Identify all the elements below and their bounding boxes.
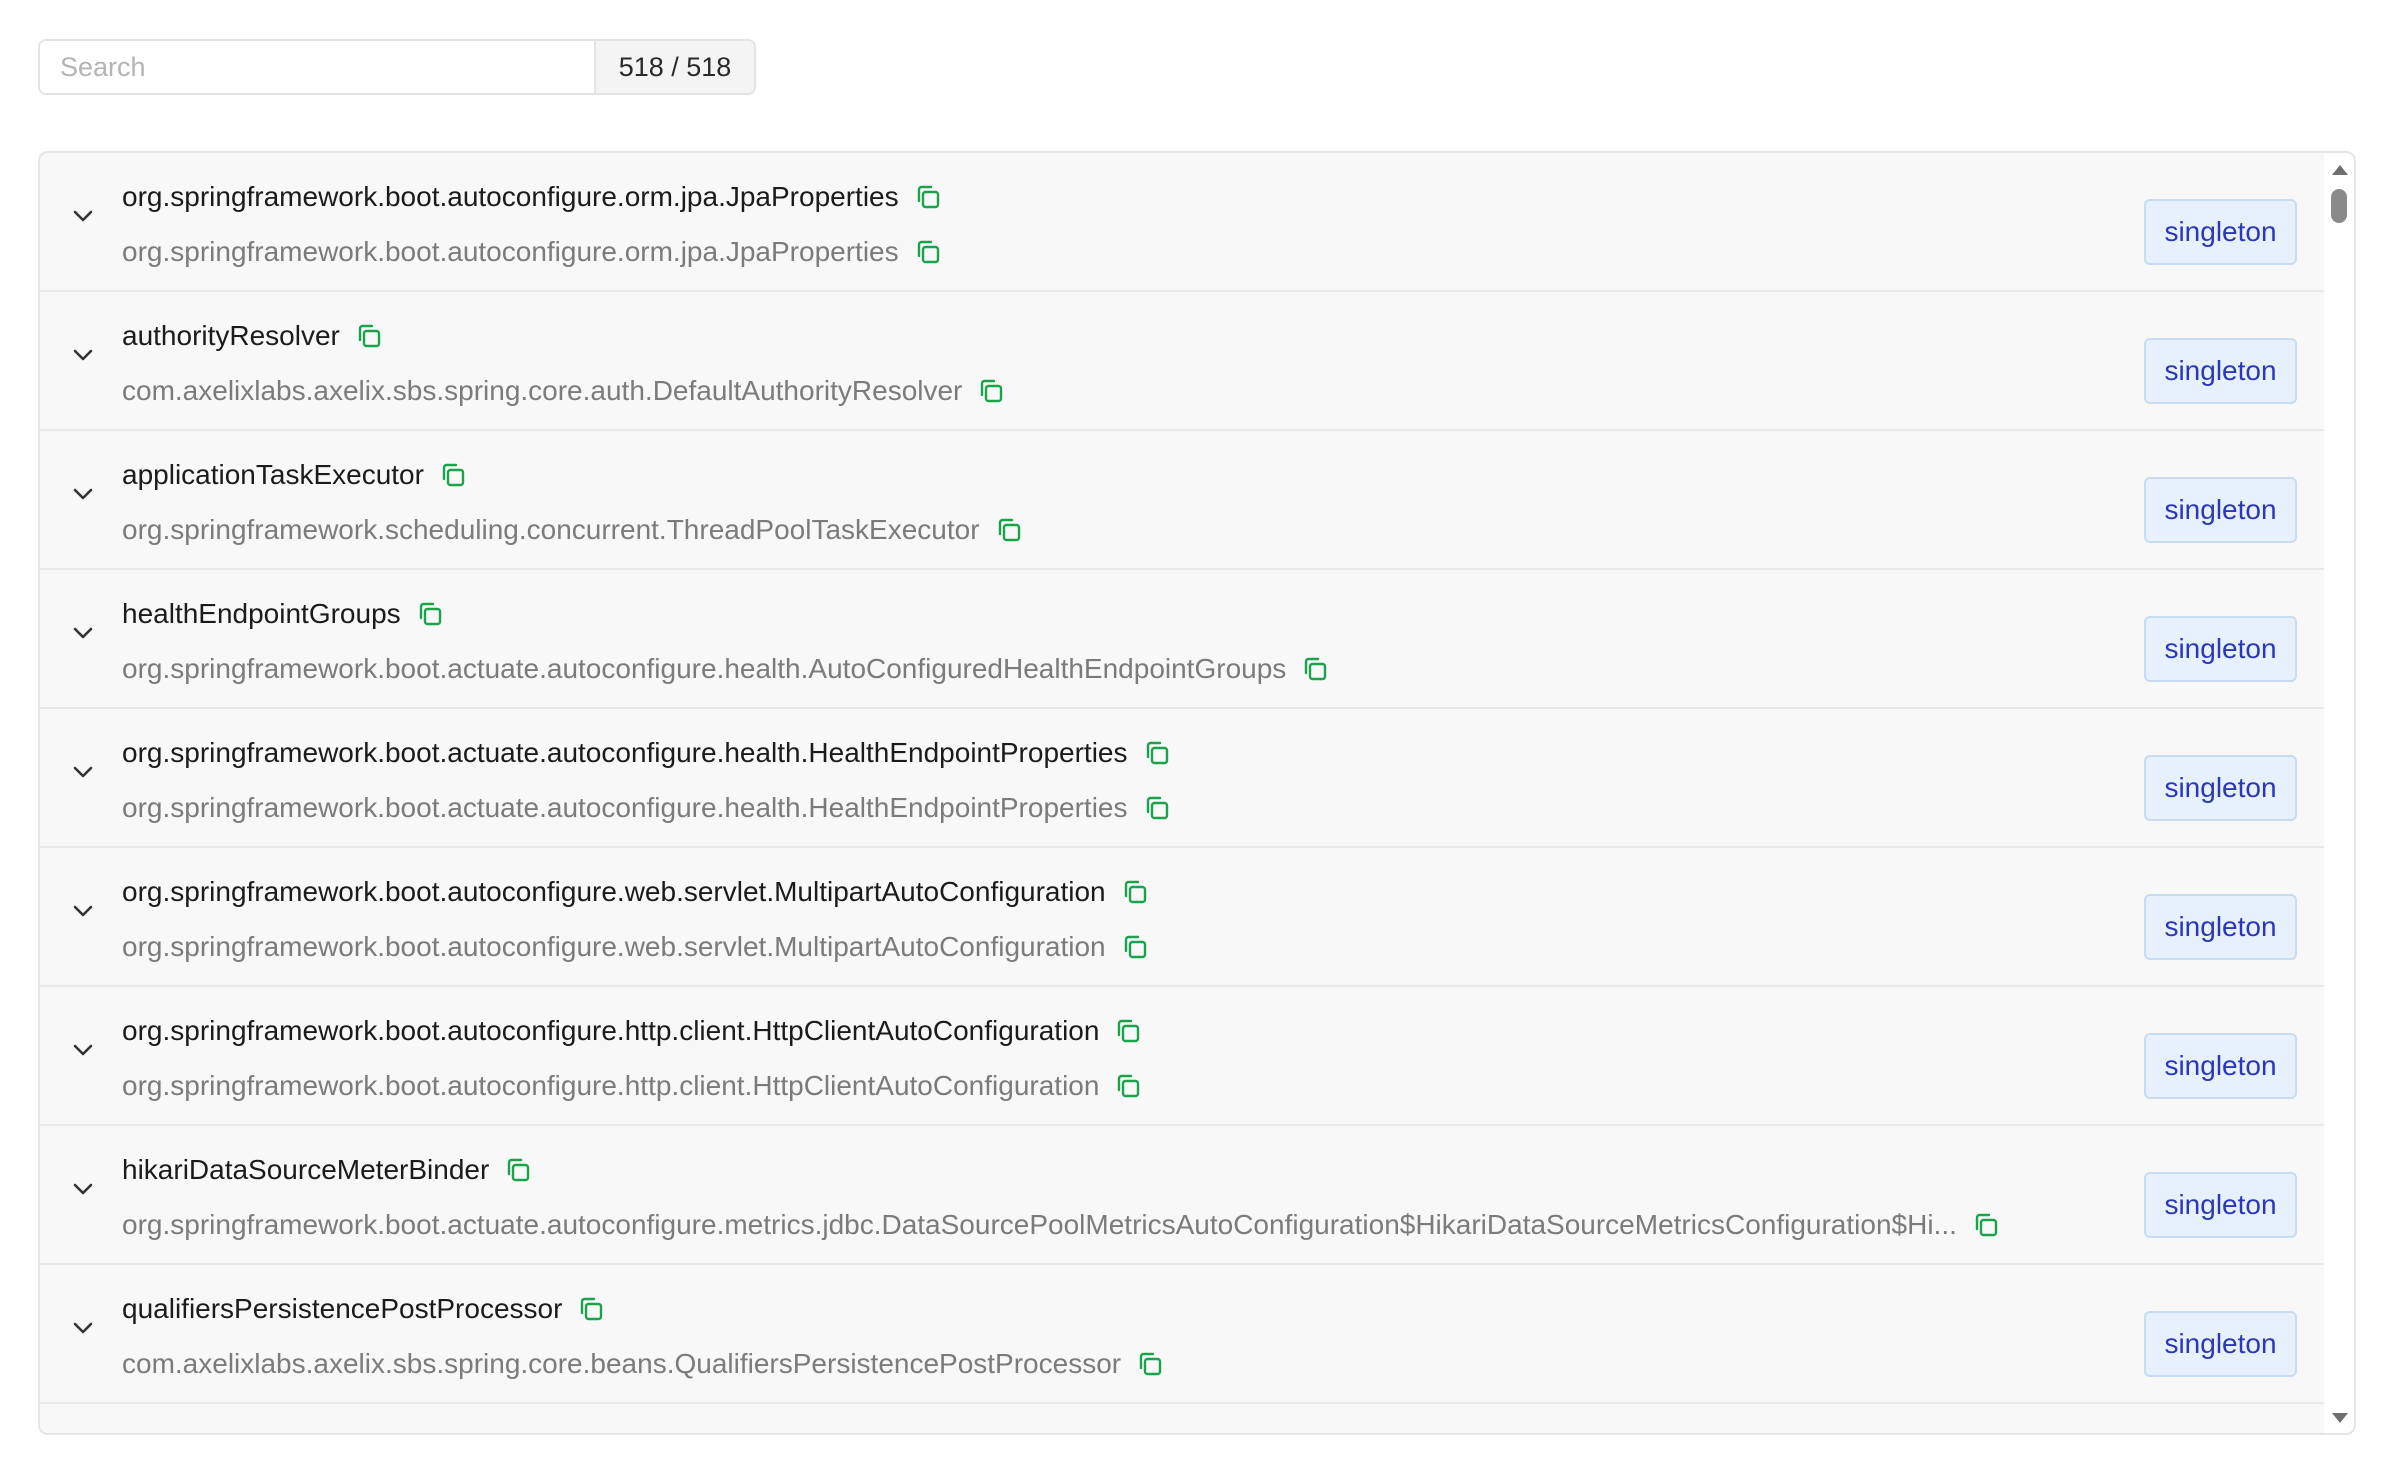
bean-name: org.springframework.boot.autoconfigure.w… [122,876,1106,907]
bean-list-rows: org.springframework.boot.autoconfigure.o… [40,153,2326,1433]
copy-icon[interactable] [1300,654,1330,684]
copy-icon[interactable] [913,182,943,212]
scope-badge: singleton [2144,199,2297,265]
bean-row: org.springframework.boot.autoconfigure.h… [40,987,2326,1126]
bean-row-partial [40,1404,2326,1433]
chevron-down-icon[interactable] [70,759,96,785]
bean-name-line: authorityResolver [122,318,384,354]
chevron-down-icon[interactable] [70,1315,96,1341]
copy-icon[interactable] [994,515,1024,545]
bean-name-line: org.springframework.boot.autoconfigure.o… [122,179,943,215]
bean-row: authorityResolver com.axelixlabs.axelix.… [40,292,2326,431]
scroll-up-arrow-icon[interactable] [2332,165,2348,175]
copy-icon[interactable] [438,460,468,490]
chevron-down-icon[interactable] [70,481,96,507]
copy-icon[interactable] [354,321,384,351]
bean-type: org.springframework.boot.actuate.autocon… [122,1209,1957,1240]
bean-type-line: com.axelixlabs.axelix.sbs.spring.core.be… [122,1346,1165,1382]
bean-type: org.springframework.boot.actuate.autocon… [122,792,1128,823]
bean-type-line: org.springframework.boot.actuate.autocon… [122,651,1330,687]
bean-name-line: org.springframework.boot.actuate.autocon… [122,735,1172,771]
copy-icon[interactable] [576,1294,606,1324]
chevron-down-icon[interactable] [70,342,96,368]
scrollbar-thumb[interactable] [2331,189,2347,223]
vertical-scrollbar[interactable] [2324,153,2354,1433]
bean-type-line: org.springframework.scheduling.concurren… [122,512,1024,548]
bean-name: healthEndpointGroups [122,598,401,629]
scroll-down-arrow-icon[interactable] [2332,1413,2348,1423]
bean-list: org.springframework.boot.autoconfigure.o… [38,151,2356,1435]
scope-badge: singleton [2144,1172,2297,1238]
bean-row: applicationTaskExecutor org.springframew… [40,431,2326,570]
chevron-down-icon[interactable] [70,203,96,229]
bean-type: org.springframework.boot.autoconfigure.w… [122,931,1106,962]
bean-name: org.springframework.boot.autoconfigure.h… [122,1015,1100,1046]
chevron-down-icon[interactable] [70,1037,96,1063]
copy-icon[interactable] [415,599,445,629]
scope-badge: singleton [2144,1033,2297,1099]
copy-icon[interactable] [1135,1349,1165,1379]
bean-name: hikariDataSourceMeterBinder [122,1154,490,1185]
scope-badge: singleton [2144,755,2297,821]
copy-icon[interactable] [1113,1071,1143,1101]
bean-name: qualifiersPersistencePostProcessor [122,1293,563,1324]
search-input[interactable] [40,41,594,93]
bean-type-line: org.springframework.boot.autoconfigure.w… [122,929,1150,965]
bean-type: org.springframework.boot.autoconfigure.o… [122,236,899,267]
bean-row: healthEndpointGroups org.springframework… [40,570,2326,709]
bean-name-line: qualifiersPersistencePostProcessor [122,1291,606,1327]
bean-name-line: healthEndpointGroups [122,596,445,632]
bean-type: com.axelixlabs.axelix.sbs.spring.core.be… [122,1348,1122,1379]
scope-badge: singleton [2144,338,2297,404]
bean-type: org.springframework.scheduling.concurren… [122,514,980,545]
search-bar: 518 / 518 [38,39,756,95]
bean-type-line: org.springframework.boot.autoconfigure.h… [122,1068,1143,1104]
search-result-count: 518 / 518 [594,41,754,93]
bean-type: com.axelixlabs.axelix.sbs.spring.core.au… [122,375,963,406]
bean-name-line: hikariDataSourceMeterBinder [122,1152,533,1188]
bean-type: org.springframework.boot.autoconfigure.h… [122,1070,1100,1101]
scope-badge: singleton [2144,616,2297,682]
copy-icon[interactable] [503,1155,533,1185]
bean-name-line: org.springframework.boot.autoconfigure.h… [122,1013,1143,1049]
bean-name-line: org.springframework.boot.autoconfigure.w… [122,874,1150,910]
bean-row: org.springframework.boot.actuate.autocon… [40,709,2326,848]
bean-type: org.springframework.boot.actuate.autocon… [122,653,1287,684]
scope-badge: singleton [2144,477,2297,543]
bean-row: qualifiersPersistencePostProcessor com.a… [40,1265,2326,1404]
bean-name: authorityResolver [122,320,340,351]
bean-type-line: org.springframework.boot.autoconfigure.o… [122,234,943,270]
copy-icon[interactable] [1120,932,1150,962]
copy-icon[interactable] [1142,793,1172,823]
copy-icon[interactable] [1971,1210,2001,1240]
chevron-down-icon[interactable] [70,1176,96,1202]
bean-row: org.springframework.boot.autoconfigure.w… [40,848,2326,987]
chevron-down-icon[interactable] [70,620,96,646]
copy-icon[interactable] [1120,877,1150,907]
bean-name: applicationTaskExecutor [122,459,424,490]
copy-icon[interactable] [913,237,943,267]
bean-type-line: org.springframework.boot.actuate.autocon… [122,1207,2001,1243]
copy-icon[interactable] [976,376,1006,406]
bean-name: org.springframework.boot.actuate.autocon… [122,737,1128,768]
bean-row: org.springframework.boot.autoconfigure.o… [40,153,2326,292]
scope-badge: singleton [2144,894,2297,960]
bean-type-line: com.axelixlabs.axelix.sbs.spring.core.au… [122,373,1006,409]
bean-name: org.springframework.boot.autoconfigure.o… [122,181,899,212]
scope-badge: singleton [2144,1311,2297,1377]
chevron-down-icon[interactable] [70,898,96,924]
copy-icon[interactable] [1113,1016,1143,1046]
bean-name-line: applicationTaskExecutor [122,457,468,493]
bean-type-line: org.springframework.boot.actuate.autocon… [122,790,1172,826]
copy-icon[interactable] [1142,738,1172,768]
bean-row: hikariDataSourceMeterBinder org.springfr… [40,1126,2326,1265]
